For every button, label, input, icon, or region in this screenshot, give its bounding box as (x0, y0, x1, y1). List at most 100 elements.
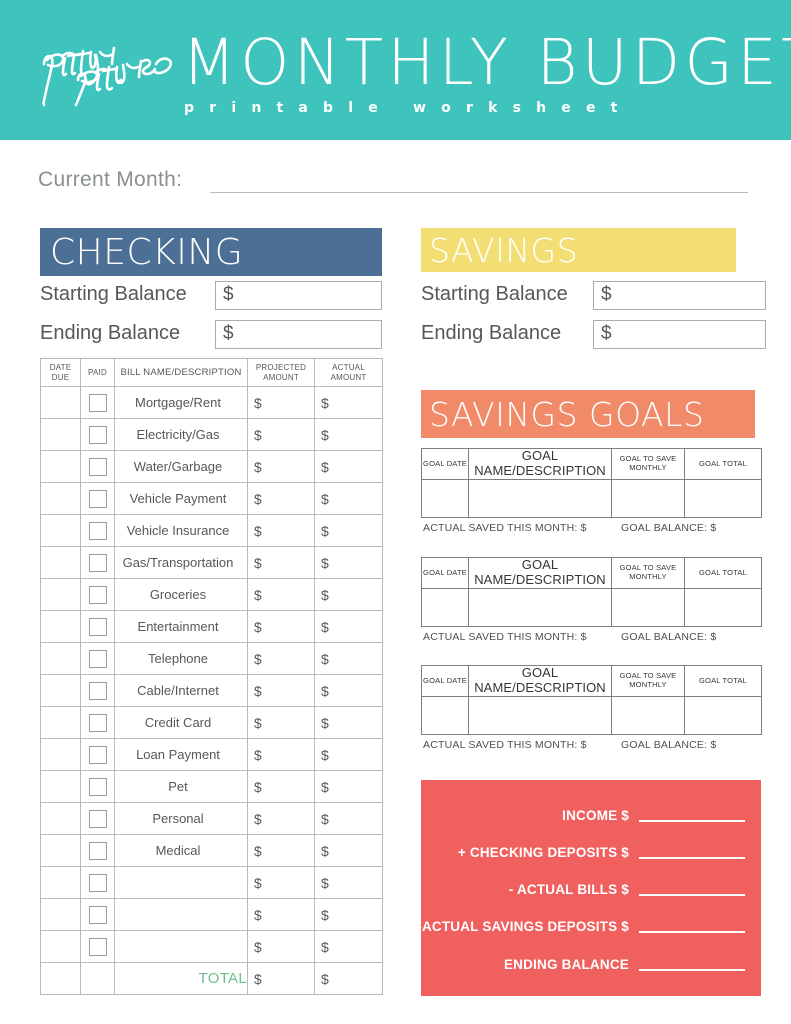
bill-actual-cell[interactable]: $ (314, 802, 383, 835)
bill-projected-cell[interactable]: $ (247, 834, 315, 867)
goal-total-cell[interactable] (684, 695, 762, 735)
bill-paid-cell[interactable] (80, 802, 115, 835)
bill-date-cell[interactable] (40, 930, 81, 963)
bill-name-cell[interactable]: Credit Card (114, 706, 248, 739)
bill-paid-cell[interactable] (80, 578, 115, 611)
paid-checkbox[interactable] (88, 777, 107, 796)
bill-date-cell[interactable] (40, 578, 81, 611)
paid-checkbox[interactable] (88, 553, 107, 572)
savings-ending-balance-input[interactable]: $ (593, 320, 766, 349)
goal-monthly-cell[interactable] (611, 695, 685, 735)
summary-value-input[interactable] (639, 820, 745, 822)
bill-name-cell[interactable]: Medical (114, 834, 248, 867)
bill-projected-cell[interactable]: $ (247, 578, 315, 611)
bill-actual-cell[interactable]: $ (314, 610, 383, 643)
bill-date-cell[interactable] (40, 482, 81, 515)
bill-actual-cell[interactable]: $ (314, 514, 383, 547)
paid-checkbox[interactable] (88, 521, 107, 540)
bill-projected-cell[interactable]: $ (247, 866, 315, 899)
summary-value-input[interactable] (639, 857, 745, 859)
bill-name-cell[interactable] (114, 898, 248, 931)
bill-date-cell[interactable] (40, 770, 81, 803)
bill-paid-cell[interactable] (80, 930, 115, 963)
paid-checkbox[interactable] (88, 905, 107, 924)
bill-actual-cell[interactable]: $ (314, 450, 383, 483)
bill-actual-cell[interactable]: $ (314, 738, 383, 771)
checking-ending-balance-input[interactable]: $ (215, 320, 382, 349)
bill-paid-cell[interactable] (80, 546, 115, 579)
bill-projected-cell[interactable]: $ (247, 418, 315, 451)
bill-paid-cell[interactable] (80, 770, 115, 803)
paid-checkbox[interactable] (88, 617, 107, 636)
summary-value-input[interactable] (639, 969, 745, 971)
bill-actual-cell[interactable]: $ (314, 770, 383, 803)
bill-paid-cell[interactable] (80, 898, 115, 931)
bill-actual-cell[interactable]: $ (314, 386, 383, 419)
bill-name-cell[interactable]: Loan Payment (114, 738, 248, 771)
bill-actual-cell[interactable]: $ (314, 418, 383, 451)
bill-date-cell[interactable] (40, 866, 81, 899)
goal-balance-label[interactable]: GOAL BALANCE: $ (621, 739, 716, 751)
bill-actual-cell[interactable]: $ (314, 578, 383, 611)
bill-date-cell[interactable] (40, 450, 81, 483)
bill-name-cell[interactable]: Mortgage/Rent (114, 386, 248, 419)
bill-date-cell[interactable] (40, 802, 81, 835)
bill-paid-cell[interactable] (80, 514, 115, 547)
bill-date-cell[interactable] (40, 738, 81, 771)
goal-date-cell[interactable] (421, 478, 469, 518)
bill-actual-cell[interactable]: $ (314, 674, 383, 707)
bill-projected-cell[interactable]: $ (247, 802, 315, 835)
bill-projected-cell[interactable]: $ (247, 546, 315, 579)
bill-projected-cell[interactable]: $ (247, 738, 315, 771)
bill-name-cell[interactable]: Gas/Transportation (114, 546, 248, 579)
goal-date-cell[interactable] (421, 587, 469, 627)
goal-name-cell[interactable] (468, 478, 612, 518)
bill-paid-cell[interactable] (80, 418, 115, 451)
bill-name-cell[interactable] (114, 930, 248, 963)
paid-checkbox[interactable] (88, 457, 107, 476)
bill-projected-cell[interactable]: $ (247, 610, 315, 643)
paid-checkbox[interactable] (88, 585, 107, 604)
goal-balance-label[interactable]: GOAL BALANCE: $ (621, 522, 716, 534)
bill-name-cell[interactable]: Vehicle Payment (114, 482, 248, 515)
paid-checkbox[interactable] (88, 713, 107, 732)
bill-actual-cell[interactable]: $ (314, 706, 383, 739)
bill-projected-cell[interactable]: $ (247, 642, 315, 675)
bill-actual-cell[interactable]: $ (314, 546, 383, 579)
paid-checkbox[interactable] (88, 809, 107, 828)
paid-checkbox[interactable] (88, 873, 107, 892)
bill-date-cell[interactable] (40, 642, 81, 675)
goal-monthly-cell[interactable] (611, 587, 685, 627)
bill-paid-cell[interactable] (80, 386, 115, 419)
bill-actual-cell[interactable]: $ (314, 898, 383, 931)
actual-saved-label[interactable]: ACTUAL SAVED THIS MONTH: $ (423, 739, 587, 751)
bill-projected-cell[interactable]: $ (247, 930, 315, 963)
bill-projected-cell[interactable]: $ (247, 482, 315, 515)
bill-paid-cell[interactable] (80, 482, 115, 515)
bill-name-cell[interactable]: Telephone (114, 642, 248, 675)
paid-checkbox[interactable] (88, 681, 107, 700)
bill-paid-cell[interactable] (80, 674, 115, 707)
bill-date-cell[interactable] (40, 386, 81, 419)
paid-checkbox[interactable] (88, 649, 107, 668)
bill-paid-cell[interactable] (80, 706, 115, 739)
goal-total-cell[interactable] (684, 587, 762, 627)
paid-checkbox[interactable] (88, 937, 107, 956)
bill-date-cell[interactable] (40, 674, 81, 707)
paid-checkbox[interactable] (88, 489, 107, 508)
bill-name-cell[interactable]: Cable/Internet (114, 674, 248, 707)
bill-projected-cell[interactable]: $ (247, 706, 315, 739)
goal-name-cell[interactable] (468, 695, 612, 735)
paid-checkbox[interactable] (88, 425, 107, 444)
bill-actual-cell[interactable]: $ (314, 866, 383, 899)
goal-name-cell[interactable] (468, 587, 612, 627)
bill-name-cell[interactable]: Entertainment (114, 610, 248, 643)
goal-monthly-cell[interactable] (611, 478, 685, 518)
bill-name-cell[interactable]: Pet (114, 770, 248, 803)
bill-projected-cell[interactable]: $ (247, 898, 315, 931)
bill-projected-cell[interactable]: $ (247, 386, 315, 419)
bill-name-cell[interactable]: Personal (114, 802, 248, 835)
bill-name-cell[interactable]: Electricity/Gas (114, 418, 248, 451)
bill-paid-cell[interactable] (80, 834, 115, 867)
summary-value-input[interactable] (639, 894, 745, 896)
